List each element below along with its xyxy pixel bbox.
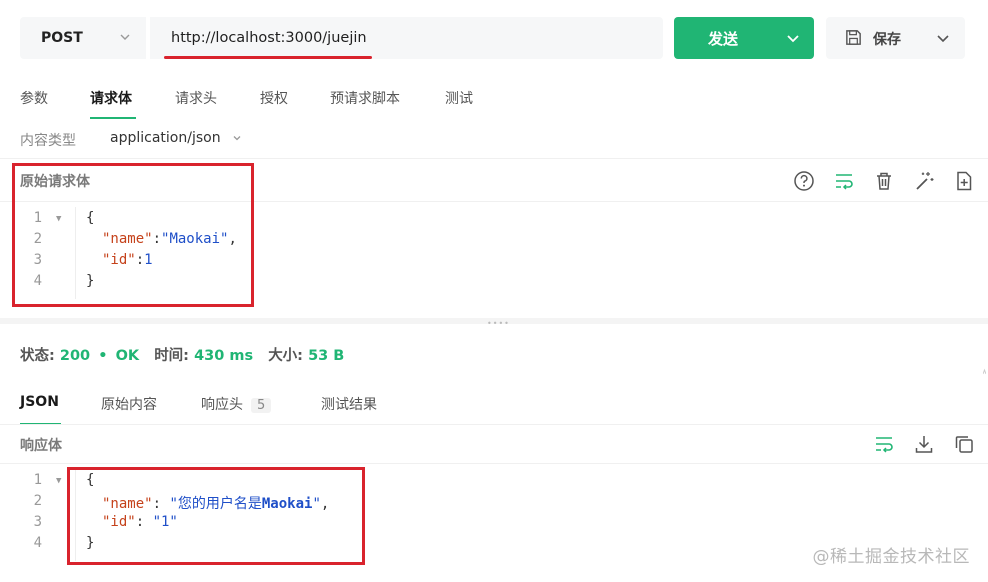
save-button[interactable]: 保存 [826,17,965,59]
status-dot: • [98,348,108,364]
response-status-line: 状态: 200 • OK 时间: 430 ms 大小: 53 B [20,344,344,365]
tab-label: 响应头 [201,397,243,413]
line-number: 1 [33,472,42,488]
line-number: 3 [33,514,42,530]
tab-raw-content[interactable]: 原始内容 [101,394,165,424]
tab-body[interactable]: 请求体 [90,88,136,119]
line-number: 2 [33,493,42,509]
fold-toggle-icon[interactable]: ▼ [56,476,61,486]
send-button[interactable]: 发送 [674,17,814,59]
help-icon[interactable] [793,170,815,192]
save-label: 保存 [873,32,901,48]
watermark: @稀土掘金技术社区 [812,547,970,567]
send-dropdown-button[interactable] [772,17,814,59]
highlight-box-response [67,467,365,565]
tab-tests[interactable]: 测试 [445,88,479,118]
url-value: http://localhost:3000/juejin [171,30,367,46]
response-body-toolbar: 响应体 [0,424,988,464]
tab-params[interactable]: 参数 [20,88,54,118]
url-input[interactable]: http://localhost:3000/juejin [150,17,663,59]
tab-auth[interactable]: 授权 [260,88,294,118]
status-text: OK [115,348,140,364]
chevron-down-icon[interactable] [935,30,951,46]
scroll-up-icon[interactable] [983,368,986,376]
save-icon [846,30,861,45]
chevron-down-icon [787,35,799,43]
time-value: 430 ms [194,348,254,364]
response-body-title: 响应体 [20,438,62,454]
wrap-lines-icon[interactable] [833,170,855,192]
method-select[interactable]: POST [20,17,146,59]
tab-headers[interactable]: 请求头 [175,88,223,118]
highlight-box-request [12,163,254,307]
magic-wand-icon[interactable] [913,170,935,192]
tab-json[interactable]: JSON [20,394,61,425]
url-highlight-underline [164,56,372,59]
time-label: 时间: [154,348,189,364]
status-label: 状态: [20,348,55,364]
download-icon[interactable] [913,433,935,455]
wrap-lines-icon[interactable] [873,433,895,455]
tab-test-results[interactable]: 测试结果 [321,394,385,424]
copy-icon[interactable] [953,433,975,455]
content-type-select[interactable]: application/json [110,130,243,146]
tab-response-headers[interactable]: 响应头 5 [201,394,301,424]
request-bar: POST http://localhost:3000/juejin 发送 保存 [20,17,965,59]
size-label: 大小: [268,348,303,364]
content-type-row: 内容类型 application/json [20,130,241,150]
line-number: 4 [33,535,42,551]
content-type-value: application/json [110,130,221,146]
send-label: 发送 [708,30,739,48]
content-type-label: 内容类型 [20,133,76,149]
status-code: 200 [59,348,91,364]
method-value: POST [41,30,83,46]
count-badge: 5 [251,398,272,413]
add-file-icon[interactable] [953,170,975,192]
chevron-down-icon [120,34,130,40]
trash-icon[interactable] [873,170,895,192]
chevron-down-icon [233,136,241,141]
size-value: 53 B [308,348,345,364]
tab-pre-request-script[interactable]: 预请求脚本 [330,88,410,118]
splitter-grip-icon[interactable]: •••• [487,319,510,328]
